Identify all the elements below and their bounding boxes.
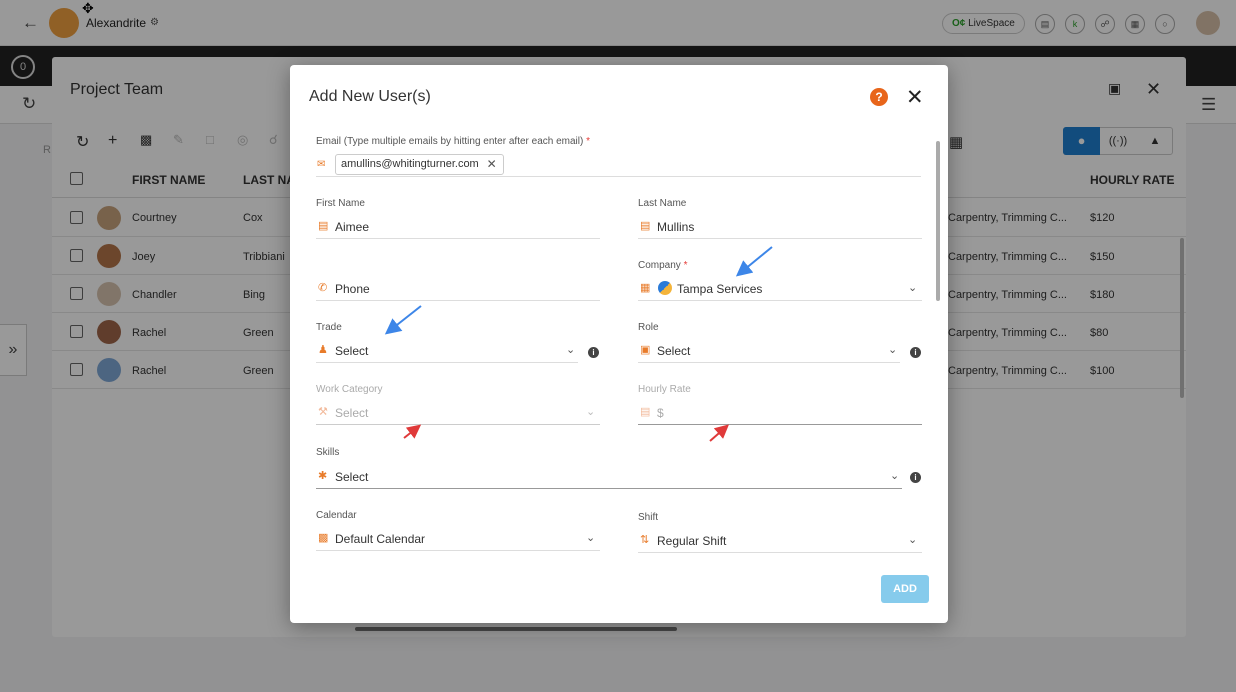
annotation-arrow-trade	[384, 305, 422, 335]
move-cursor-icon: ✥	[82, 0, 94, 16]
annotation-arrow-hourly-rate	[709, 424, 730, 442]
annotation-arrow-company	[735, 246, 773, 277]
annotation-arrows	[384, 246, 773, 442]
annotation-arrow-work-category	[403, 424, 422, 439]
